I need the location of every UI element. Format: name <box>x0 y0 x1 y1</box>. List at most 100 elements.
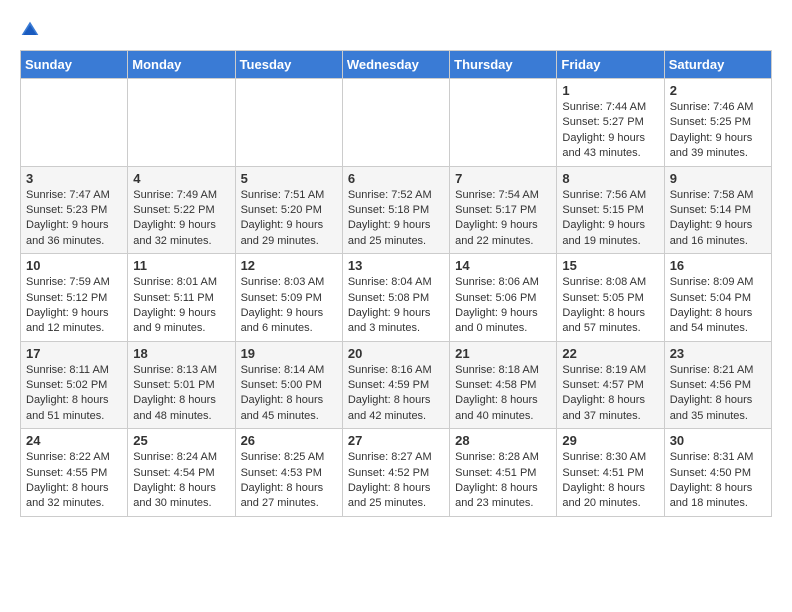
header-sunday: Sunday <box>21 51 128 79</box>
day-info: Sunrise: 8:18 AM Sunset: 4:58 PM Dayligh… <box>455 363 551 425</box>
calendar-cell: 16 Sunrise: 8:09 AM Sunset: 5:04 PM Dayli… <box>664 254 771 342</box>
day-info: Sunrise: 8:01 AM Sunset: 5:11 PM Dayligh… <box>133 275 229 337</box>
day-number: 29 <box>562 433 658 448</box>
day-number: 4 <box>133 171 229 186</box>
day-info: Sunrise: 7:47 AM Sunset: 5:23 PM Dayligh… <box>26 188 122 250</box>
day-info: Sunrise: 8:04 AM Sunset: 5:08 PM Dayligh… <box>348 275 444 337</box>
day-info: Sunrise: 8:13 AM Sunset: 5:01 PM Dayligh… <box>133 363 229 425</box>
day-info: Sunrise: 8:06 AM Sunset: 5:06 PM Dayligh… <box>455 275 551 337</box>
day-info: Sunrise: 8:28 AM Sunset: 4:51 PM Dayligh… <box>455 450 551 512</box>
calendar-cell: 4 Sunrise: 7:49 AM Sunset: 5:22 PM Daylig… <box>128 166 235 254</box>
header-thursday: Thursday <box>450 51 557 79</box>
day-number: 18 <box>133 346 229 361</box>
logo <box>20 20 44 40</box>
calendar-cell: 20Sunrise: 8:16 AM Sunset: 4:59 PM Dayli… <box>342 341 449 429</box>
day-number: 22 <box>562 346 658 361</box>
calendar-cell: 28 Sunrise: 8:28 AM Sunset: 4:51 PM Dayli… <box>450 429 557 517</box>
day-info: Sunrise: 7:44 AM Sunset: 5:27 PM Dayligh… <box>562 100 658 162</box>
calendar-cell: 22 Sunrise: 8:19 AM Sunset: 4:57 PM Dayli… <box>557 341 664 429</box>
day-info: Sunrise: 8:27 AM Sunset: 4:52 PM Dayligh… <box>348 450 444 512</box>
calendar-cell: 10 Sunrise: 7:59 AM Sunset: 5:12 PM Dayli… <box>21 254 128 342</box>
calendar-cell: 12 Sunrise: 8:03 AM Sunset: 5:09 PM Dayli… <box>235 254 342 342</box>
calendar-cell: 3 Sunrise: 7:47 AM Sunset: 5:23 PM Daylig… <box>21 166 128 254</box>
day-info: Sunrise: 8:31 AM Sunset: 4:50 PM Dayligh… <box>670 450 766 512</box>
calendar-cell: 9 Sunrise: 7:58 AM Sunset: 5:14 PM Daylig… <box>664 166 771 254</box>
calendar-cell <box>235 79 342 167</box>
calendar-cell: 26 Sunrise: 8:25 AM Sunset: 4:53 PM Dayli… <box>235 429 342 517</box>
day-info: Sunrise: 7:56 AM Sunset: 5:15 PM Dayligh… <box>562 188 658 250</box>
day-info: Sunrise: 8:22 AM Sunset: 4:55 PM Dayligh… <box>26 450 122 512</box>
day-number: 30 <box>670 433 766 448</box>
day-number: 24 <box>26 433 122 448</box>
calendar-cell: 17 Sunrise: 8:11 AM Sunset: 5:02 PM Dayli… <box>21 341 128 429</box>
day-number: 8 <box>562 171 658 186</box>
day-info: Sunrise: 7:49 AM Sunset: 5:22 PM Dayligh… <box>133 188 229 250</box>
header-friday: Friday <box>557 51 664 79</box>
day-info: Sunrise: 7:46 AM Sunset: 5:25 PM Dayligh… <box>670 100 766 162</box>
day-number: 12 <box>241 258 337 273</box>
week-row-3: 10 Sunrise: 7:59 AM Sunset: 5:12 PM Dayli… <box>21 254 772 342</box>
calendar-cell: 18 Sunrise: 8:13 AM Sunset: 5:01 PM Dayli… <box>128 341 235 429</box>
calendar-cell <box>342 79 449 167</box>
day-number: 9 <box>670 171 766 186</box>
day-info: Sunrise: 8:09 AM Sunset: 5:04 PM Dayligh… <box>670 275 766 337</box>
calendar-cell: 15Sunrise: 8:08 AM Sunset: 5:05 PM Dayli… <box>557 254 664 342</box>
calendar-cell: 29 Sunrise: 8:30 AM Sunset: 4:51 PM Dayli… <box>557 429 664 517</box>
day-number: 28 <box>455 433 551 448</box>
week-row-1: 1 Sunrise: 7:44 AM Sunset: 5:27 PM Daylig… <box>21 79 772 167</box>
calendar-cell <box>21 79 128 167</box>
calendar-cell: 21 Sunrise: 8:18 AM Sunset: 4:58 PM Dayli… <box>450 341 557 429</box>
day-number: 6 <box>348 171 444 186</box>
day-number: 21 <box>455 346 551 361</box>
calendar-table: SundayMondayTuesdayWednesdayThursdayFrid… <box>20 50 772 517</box>
day-number: 23 <box>670 346 766 361</box>
day-number: 19 <box>241 346 337 361</box>
day-info: Sunrise: 8:19 AM Sunset: 4:57 PM Dayligh… <box>562 363 658 425</box>
day-info: Sunrise: 8:25 AM Sunset: 4:53 PM Dayligh… <box>241 450 337 512</box>
day-number: 3 <box>26 171 122 186</box>
header-monday: Monday <box>128 51 235 79</box>
day-info: Sunrise: 7:52 AM Sunset: 5:18 PM Dayligh… <box>348 188 444 250</box>
day-info: Sunrise: 8:08 AM Sunset: 5:05 PM Dayligh… <box>562 275 658 337</box>
calendar-cell: 6 Sunrise: 7:52 AM Sunset: 5:18 PM Daylig… <box>342 166 449 254</box>
calendar-cell: 23 Sunrise: 8:21 AM Sunset: 4:56 PM Dayli… <box>664 341 771 429</box>
header-saturday: Saturday <box>664 51 771 79</box>
calendar-header-row: SundayMondayTuesdayWednesdayThursdayFrid… <box>21 51 772 79</box>
day-number: 20 <box>348 346 444 361</box>
calendar-cell: 24 Sunrise: 8:22 AM Sunset: 4:55 PM Dayli… <box>21 429 128 517</box>
day-info: Sunrise: 8:24 AM Sunset: 4:54 PM Dayligh… <box>133 450 229 512</box>
calendar-cell <box>128 79 235 167</box>
week-row-2: 3 Sunrise: 7:47 AM Sunset: 5:23 PM Daylig… <box>21 166 772 254</box>
day-number: 1 <box>562 83 658 98</box>
day-info: Sunrise: 7:54 AM Sunset: 5:17 PM Dayligh… <box>455 188 551 250</box>
day-info: Sunrise: 7:59 AM Sunset: 5:12 PM Dayligh… <box>26 275 122 337</box>
day-number: 17 <box>26 346 122 361</box>
day-number: 16 <box>670 258 766 273</box>
day-number: 25 <box>133 433 229 448</box>
day-info: Sunrise: 7:58 AM Sunset: 5:14 PM Dayligh… <box>670 188 766 250</box>
day-info: Sunrise: 8:21 AM Sunset: 4:56 PM Dayligh… <box>670 363 766 425</box>
day-number: 7 <box>455 171 551 186</box>
day-info: Sunrise: 8:11 AM Sunset: 5:02 PM Dayligh… <box>26 363 122 425</box>
day-number: 11 <box>133 258 229 273</box>
day-info: Sunrise: 8:30 AM Sunset: 4:51 PM Dayligh… <box>562 450 658 512</box>
day-info: Sunrise: 8:14 AM Sunset: 5:00 PM Dayligh… <box>241 363 337 425</box>
calendar-cell: 1 Sunrise: 7:44 AM Sunset: 5:27 PM Daylig… <box>557 79 664 167</box>
header-wednesday: Wednesday <box>342 51 449 79</box>
day-number: 10 <box>26 258 122 273</box>
calendar-cell: 14Sunrise: 8:06 AM Sunset: 5:06 PM Dayli… <box>450 254 557 342</box>
calendar-cell: 8 Sunrise: 7:56 AM Sunset: 5:15 PM Daylig… <box>557 166 664 254</box>
logo-icon <box>20 20 40 40</box>
calendar-cell: 2Sunrise: 7:46 AM Sunset: 5:25 PM Daylig… <box>664 79 771 167</box>
day-number: 5 <box>241 171 337 186</box>
calendar-cell: 30 Sunrise: 8:31 AM Sunset: 4:50 PM Dayli… <box>664 429 771 517</box>
day-number: 26 <box>241 433 337 448</box>
calendar-cell: 13Sunrise: 8:04 AM Sunset: 5:08 PM Dayli… <box>342 254 449 342</box>
calendar-cell: 25 Sunrise: 8:24 AM Sunset: 4:54 PM Dayli… <box>128 429 235 517</box>
week-row-4: 17 Sunrise: 8:11 AM Sunset: 5:02 PM Dayli… <box>21 341 772 429</box>
calendar-cell: 27 Sunrise: 8:27 AM Sunset: 4:52 PM Dayli… <box>342 429 449 517</box>
day-info: Sunrise: 8:03 AM Sunset: 5:09 PM Dayligh… <box>241 275 337 337</box>
day-number: 27 <box>348 433 444 448</box>
page-header <box>20 20 772 40</box>
day-info: Sunrise: 7:51 AM Sunset: 5:20 PM Dayligh… <box>241 188 337 250</box>
